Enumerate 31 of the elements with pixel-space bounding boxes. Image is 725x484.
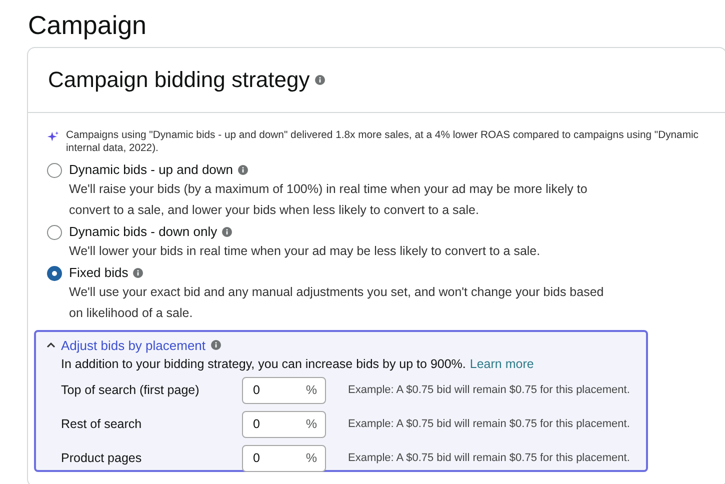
example-text: Example: A $0.75 bid will remain $0.75 for this placement. [348,452,630,464]
promo-note: Campaigns using "Dynamic bids - up and down" delivered 1.8x more sales, at a 4% lower ROAS compared to campaigns using "Dynamic internal data, 2022). [66,129,698,155]
percent-field[interactable]: 0 % [242,410,326,438]
percent-field[interactable]: 0 % [242,376,326,404]
example-text: Example: A $0.75 bid will remain $0.75 for this placement. [348,384,630,396]
percent-field[interactable]: 0 % [242,444,326,472]
option-label[interactable]: Fixed bids [69,264,128,282]
option-description: We'll raise your bids (by a maximum of 100%) in real time when your ad may be more likely to convert to a sale, and lower your bids when less likely to convert to a sale. [69,181,588,219]
radio-button[interactable] [47,266,62,281]
sparkle-icon [47,131,59,143]
placement-toggle[interactable]: Adjust bids by placement [61,338,206,352]
info-icon[interactable] [222,227,232,237]
info-icon[interactable] [314,75,325,85]
option-description: We'll lower your bids in real time when your ad may be less likely to convert to a sale. [69,243,540,260]
info-icon[interactable] [238,165,248,175]
example-text: Example: A $0.75 bid will remain $0.75 for this placement. [348,418,630,430]
option-label[interactable]: Dynamic bids - down only [69,223,218,241]
placement-label: Top of search (first page) [61,383,200,397]
learn-more-link[interactable]: Learn more [470,357,534,371]
radio-button[interactable] [47,163,62,178]
option-description: We'll use your exact bid and any manual adjustments you set, and won't change your bids based on likelihood of a sale. [69,284,604,322]
caret-icon[interactable] [46,340,56,350]
card-title: Campaign bidding strategy [48,67,310,93]
radio-button[interactable] [47,225,62,240]
placement-label: Rest of search [61,417,143,431]
placement-label: Product pages [61,451,143,465]
info-icon[interactable] [133,268,144,278]
info-icon[interactable] [210,340,221,350]
page-title: Campaign [27,9,148,42]
option-label[interactable]: Dynamic bids - up and down [69,161,234,179]
placement-intro: In addition to your bidding strategy, you can increase bids by up to 900%. [61,357,466,371]
